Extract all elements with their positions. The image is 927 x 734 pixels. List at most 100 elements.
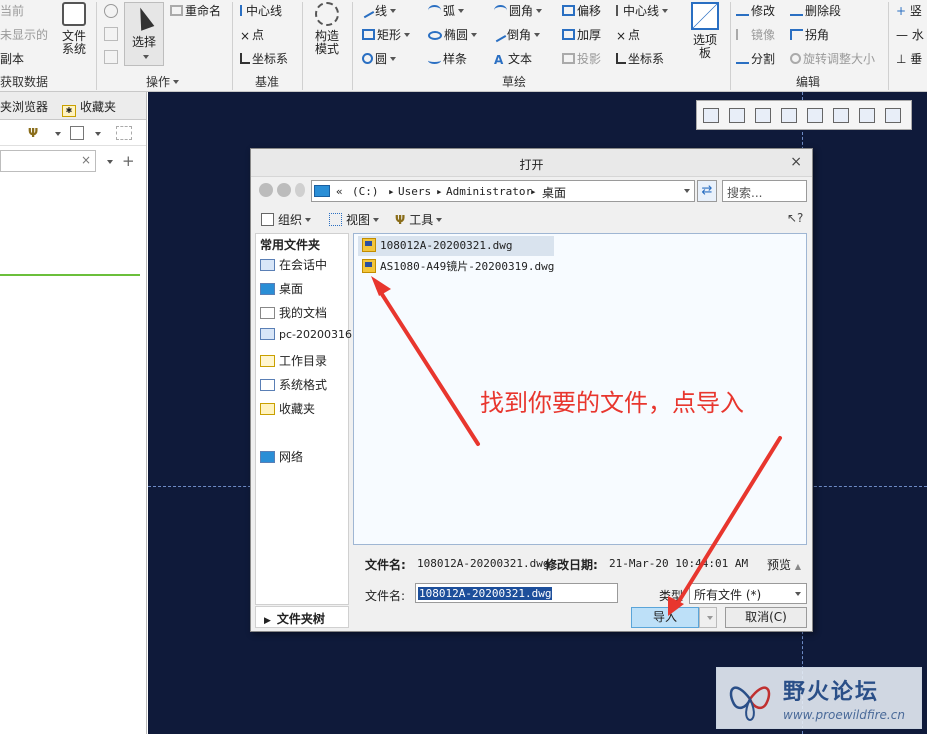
- address-bar[interactable]: « (C:) ▸ Users ▸ Administrator ▸ 桌面: [311, 180, 695, 202]
- edit-mirror-button[interactable]: 镜像: [736, 26, 775, 43]
- list-view-icon[interactable]: [70, 126, 84, 140]
- place-working-directory[interactable]: 工作目录: [260, 352, 327, 369]
- sketch-line-button[interactable]: 线: [360, 2, 397, 19]
- zoom-in-icon[interactable]: [729, 108, 745, 123]
- datum-centerline-button[interactable]: 中心线: [240, 2, 282, 19]
- sketch-circle-button[interactable]: 圆: [362, 50, 397, 67]
- sketch-project-button[interactable]: 投影: [562, 50, 601, 67]
- monitor-icon: [260, 259, 275, 271]
- address-prefix[interactable]: «: [336, 185, 343, 198]
- import-dropdown-button[interactable]: [699, 607, 717, 628]
- import-button[interactable]: 导入: [631, 607, 699, 628]
- view-menu[interactable]: 视图: [329, 211, 380, 228]
- sketch-csys-button[interactable]: 坐标系: [616, 50, 664, 67]
- sketcher-display-filter-icon[interactable]: [885, 108, 901, 123]
- chamfer-icon: [492, 29, 507, 43]
- search-input[interactable]: 搜索...: [722, 180, 807, 202]
- palette-button[interactable]: 选项 板: [688, 2, 722, 72]
- left-panel-search-input[interactable]: ×: [0, 150, 96, 172]
- info-date-value: 21-Mar-20 10:44:01 AM: [609, 557, 749, 570]
- paste-icon[interactable]: [104, 50, 118, 64]
- ribbon-not-shown[interactable]: 未显示的: [0, 26, 48, 43]
- filename-input[interactable]: 108012A-20200321.dwg: [415, 583, 618, 603]
- forward-arrow-icon[interactable]: [277, 183, 291, 197]
- ribbon-separator: [730, 2, 731, 90]
- add-icon[interactable]: +: [122, 152, 135, 170]
- refresh-icon[interactable]: ⇄: [697, 180, 717, 202]
- sketch-fillet-button[interactable]: 圆角: [494, 2, 543, 19]
- datum-point-button[interactable]: × 点: [240, 26, 264, 43]
- select-button[interactable]: 选择: [124, 2, 164, 66]
- clear-icon[interactable]: ×: [81, 153, 91, 167]
- edit-divide-button[interactable]: 分割: [736, 50, 775, 67]
- tools-menu[interactable]: Ψ 工具: [395, 211, 443, 228]
- sketch-thicken-button[interactable]: 加厚: [562, 26, 601, 43]
- close-icon[interactable]: ×: [790, 154, 802, 170]
- repaint-icon[interactable]: [781, 108, 797, 123]
- place-favorites[interactable]: 收藏夹: [260, 400, 315, 417]
- sketch-chamfer-button[interactable]: 倒角: [492, 26, 541, 43]
- file-type-select[interactable]: 所有文件 (*): [689, 583, 807, 604]
- sketch-arc-button[interactable]: 弧: [428, 2, 465, 19]
- cancel-button[interactable]: 取消(C): [725, 607, 807, 628]
- zoom-out-icon[interactable]: [755, 108, 771, 123]
- copy-icon[interactable]: [104, 27, 118, 41]
- saved-orientations-icon[interactable]: [833, 108, 849, 123]
- sketch-centerline-button[interactable]: 中心线: [616, 2, 669, 19]
- sketch-rectangle-button[interactable]: 矩形: [362, 26, 411, 43]
- place-in-session[interactable]: 在会话中: [260, 256, 327, 273]
- sketch-point-button[interactable]: × 点: [616, 26, 640, 43]
- construct-mode-button[interactable]: 构造 模式: [310, 2, 344, 72]
- ribbon-current[interactable]: 当前: [0, 2, 24, 19]
- group-label-operations[interactable]: 操作: [146, 73, 180, 90]
- place-computer[interactable]: pc-20200316: [260, 328, 352, 341]
- sketch-view-icon[interactable]: [859, 108, 875, 123]
- folder-tree-toggle[interactable]: ▶ 文件夹树: [255, 606, 349, 628]
- left-panel-tabs: 夹浏览器 ✱ 收藏夹: [0, 92, 146, 120]
- organize-menu[interactable]: 组织: [261, 211, 312, 228]
- rename-button[interactable]: 重命名: [170, 2, 221, 19]
- sketch-offset-button[interactable]: 偏移: [562, 2, 601, 19]
- refit-icon[interactable]: [703, 108, 719, 123]
- place-my-documents[interactable]: 我的文档: [260, 304, 327, 321]
- place-desktop[interactable]: 桌面: [260, 280, 303, 297]
- sketch-ellipse-button[interactable]: 椭圆: [428, 26, 478, 43]
- file-system-button[interactable]: 文件 系统: [58, 2, 90, 72]
- constrain-vertical-button[interactable]: + 竖: [896, 2, 922, 19]
- tools-icon[interactable]: Ψ: [28, 126, 38, 140]
- chevron-down-icon[interactable]: [684, 189, 690, 193]
- place-system-formats[interactable]: 系统格式: [260, 376, 327, 393]
- display-style-icon[interactable]: [807, 108, 823, 123]
- address-part-users[interactable]: Users: [398, 185, 431, 198]
- ribbon-copy[interactable]: 副本: [0, 50, 24, 67]
- sketch-text-button[interactable]: A 文本: [494, 50, 532, 67]
- recent-dropdown-icon[interactable]: [295, 183, 305, 197]
- edit-rotate-resize-button[interactable]: 旋转调整大小: [790, 50, 875, 67]
- scissors-icon[interactable]: [104, 4, 118, 18]
- chevron-down-icon[interactable]: [95, 132, 101, 136]
- tab-folder-browser[interactable]: 夹浏览器: [0, 98, 48, 115]
- preview-toggle[interactable]: 预览 ▲: [767, 556, 801, 573]
- datum-csys-button[interactable]: 坐标系: [240, 50, 288, 67]
- constrain-perpendicular-button[interactable]: ⊥ 垂: [896, 50, 922, 67]
- address-part-drive[interactable]: (C:): [352, 185, 379, 198]
- file-item[interactable]: AS1080-A49镜片-20200319.dwg: [358, 256, 558, 276]
- file-item[interactable]: 108012A-20200321.dwg: [358, 236, 554, 256]
- address-part-admin[interactable]: Administrator: [446, 185, 532, 198]
- sketch-spline-button[interactable]: 样条: [428, 50, 467, 67]
- chevron-down-icon[interactable]: [55, 132, 61, 136]
- help-cursor-icon[interactable]: ↖?: [787, 211, 803, 225]
- edit-delete-segment-button[interactable]: 删除段: [790, 2, 841, 19]
- place-network[interactable]: 网络: [260, 448, 303, 465]
- constrain-horizontal-button[interactable]: — 水: [896, 26, 924, 43]
- address-part-desktop[interactable]: 桌面: [542, 184, 566, 201]
- dialog-titlebar[interactable]: 打开 ×: [251, 149, 812, 177]
- edit-modify-button[interactable]: 修改: [736, 2, 775, 19]
- chevron-down-icon[interactable]: [107, 160, 113, 164]
- select-label: 选择: [131, 35, 156, 49]
- tab-favorites[interactable]: ✱ 收藏夹: [62, 98, 116, 117]
- back-arrow-icon[interactable]: [259, 183, 273, 197]
- construct-mode-icon: [315, 2, 339, 26]
- filter-icon[interactable]: [116, 126, 132, 140]
- edit-corner-button[interactable]: 拐角: [790, 26, 829, 43]
